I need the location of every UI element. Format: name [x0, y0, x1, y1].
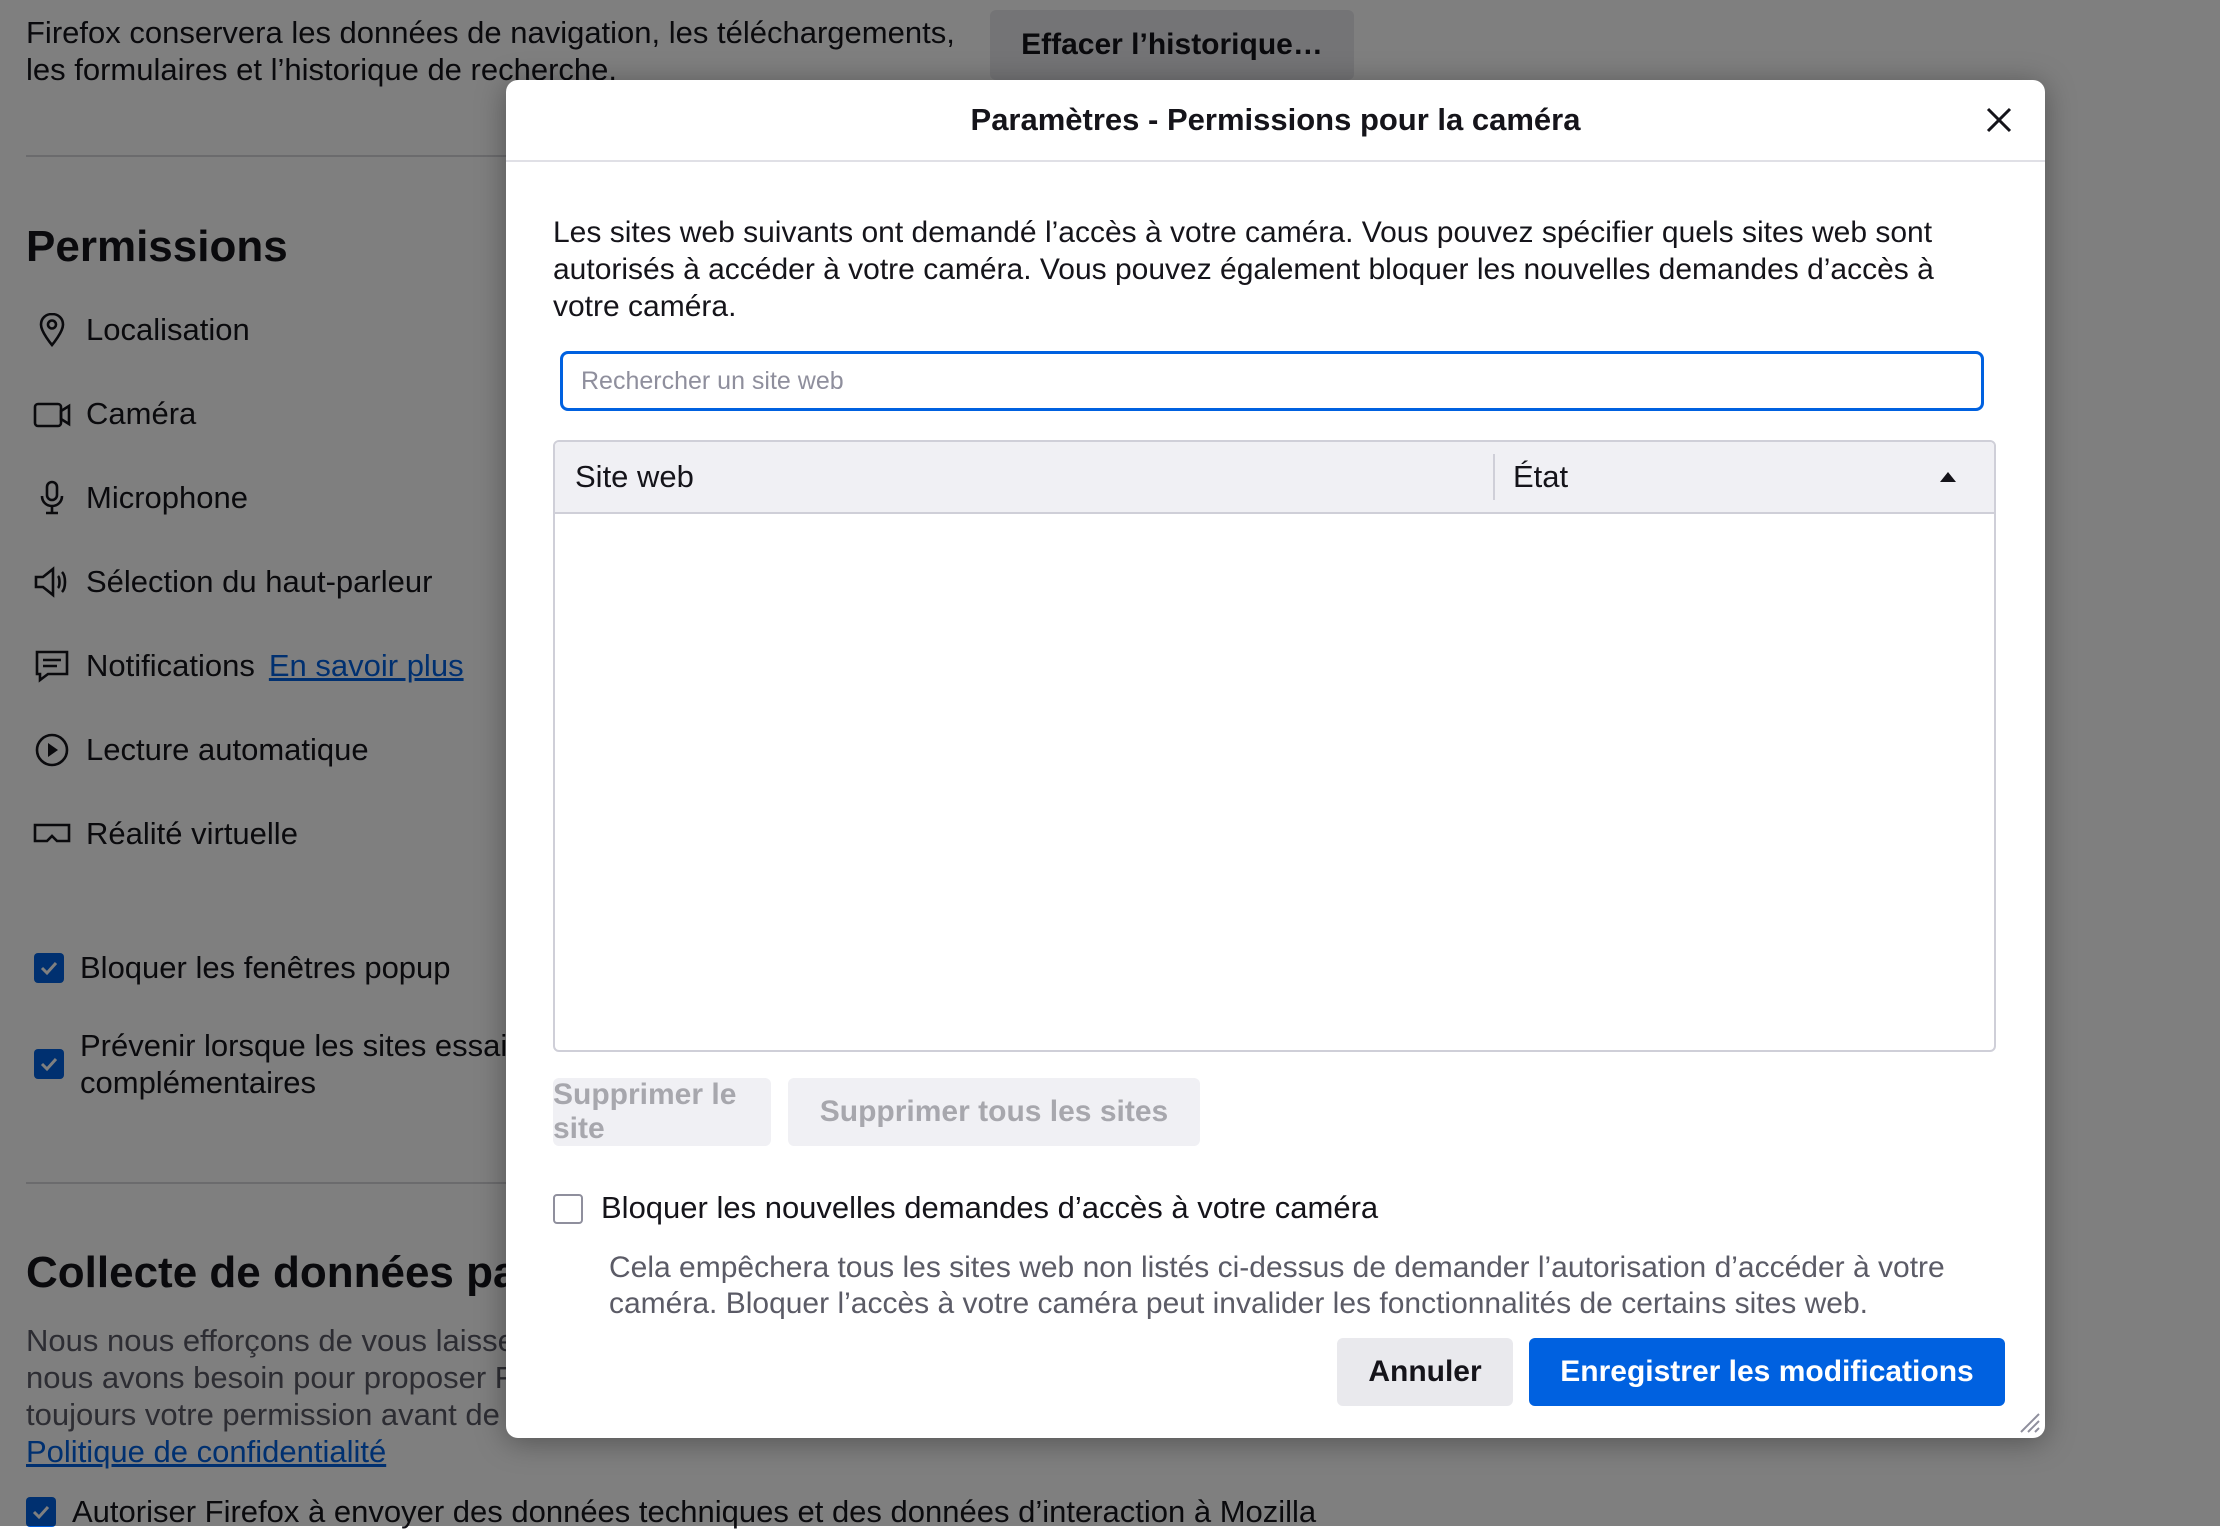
block-new-requests-checkbox[interactable] — [553, 1194, 583, 1224]
remove-all-sites-button[interactable]: Supprimer tous les sites — [788, 1078, 1200, 1146]
sites-table: Site web État — [553, 440, 1996, 1052]
sort-ascending-icon[interactable] — [1938, 470, 1958, 484]
cancel-button[interactable]: Annuler — [1337, 1338, 1513, 1406]
column-header-state[interactable]: État — [1513, 442, 1994, 512]
table-header: Site web État — [555, 442, 1994, 514]
remove-site-button[interactable]: Supprimer le site — [553, 1078, 771, 1146]
block-help-text: Cela empêchera tous les sites web non li… — [609, 1251, 1945, 1320]
save-changes-button[interactable]: Enregistrer les modifications — [1529, 1338, 2005, 1406]
block-new-requests-label[interactable]: Bloquer les nouvelles demandes d’accès à… — [601, 1190, 1378, 1226]
dialog-description: Les sites web suivants ont demandé l’acc… — [553, 216, 1934, 323]
close-button[interactable] — [1975, 96, 2023, 144]
dialog-title: Paramètres - Permissions pour la caméra — [506, 80, 2045, 162]
search-input[interactable] — [560, 351, 1984, 411]
column-header-site[interactable]: Site web — [575, 442, 694, 512]
resize-grip-icon[interactable] — [2015, 1408, 2041, 1434]
close-icon — [1986, 107, 2012, 133]
camera-permissions-dialog: Paramètres - Permissions pour la caméra … — [506, 80, 2045, 1438]
column-separator — [1493, 454, 1495, 500]
